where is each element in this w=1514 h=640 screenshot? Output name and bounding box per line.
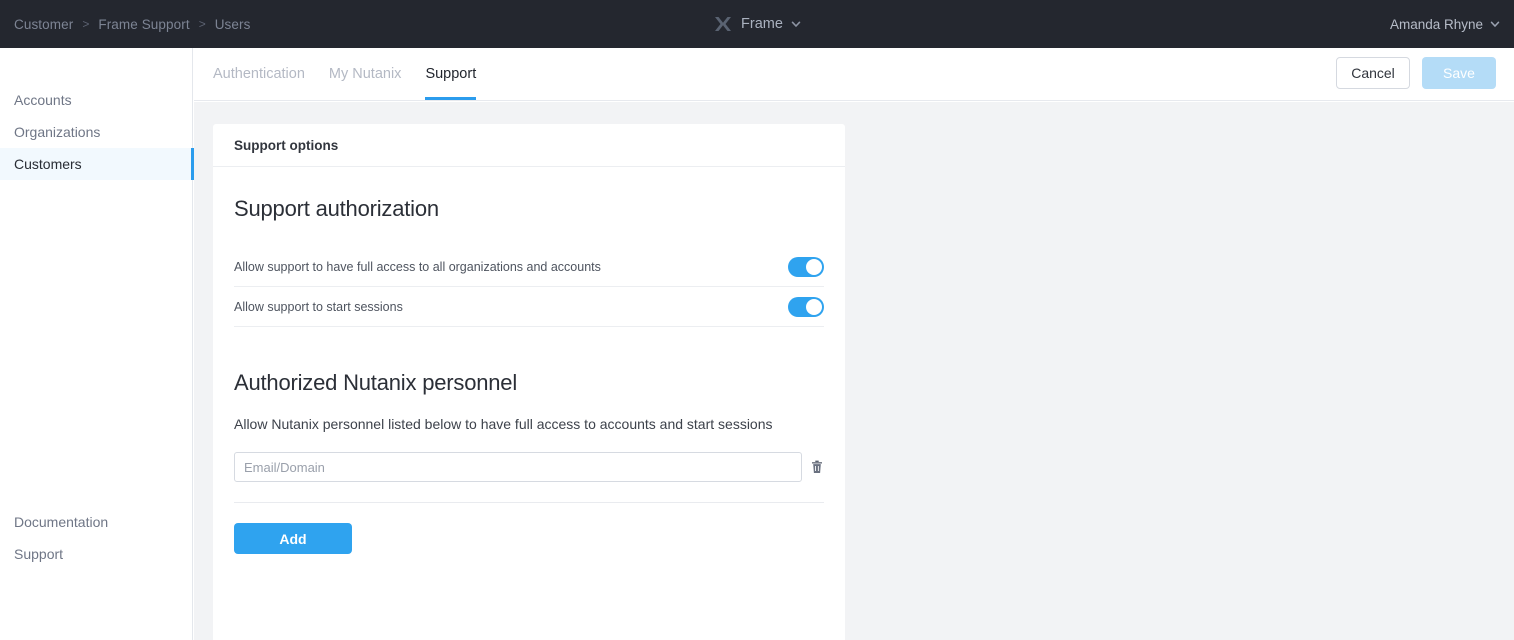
sidebar-item-label: Support bbox=[14, 546, 64, 562]
tab-authentication[interactable]: Authentication bbox=[213, 47, 305, 100]
chevron-down-icon bbox=[1490, 21, 1500, 28]
save-button[interactable]: Save bbox=[1422, 57, 1496, 89]
card-body: Support authorization Allow support to h… bbox=[213, 196, 845, 554]
toggle-label: Allow support to start sessions bbox=[234, 299, 403, 314]
sidebar-item-label: Documentation bbox=[14, 514, 109, 530]
sidebar-item-support[interactable]: Support bbox=[0, 538, 193, 570]
breadcrumb-separator: > bbox=[198, 17, 206, 31]
tab-label: Authentication bbox=[213, 65, 305, 82]
toggle-row-full-access: Allow support to have full access to all… bbox=[234, 247, 824, 287]
delete-entry-button[interactable] bbox=[810, 458, 824, 476]
trash-icon bbox=[812, 460, 823, 473]
sidebar-item-label: Customers bbox=[14, 156, 82, 172]
main-content: Support options Support authorization Al… bbox=[194, 102, 1514, 640]
email-domain-input[interactable] bbox=[234, 452, 803, 482]
tab-list: Authentication My Nutanix Support bbox=[213, 47, 476, 100]
sidebar-item-label: Organizations bbox=[14, 124, 101, 140]
authorized-personnel-description: Allow Nutanix personnel listed below to … bbox=[234, 416, 773, 432]
support-options-card: Support options Support authorization Al… bbox=[213, 124, 845, 640]
sidebar-item-label: Accounts bbox=[14, 92, 72, 108]
support-authorization-title: Support authorization bbox=[234, 196, 439, 221]
tab-bar: Authentication My Nutanix Support Cancel… bbox=[194, 48, 1514, 101]
toggle-full-access[interactable] bbox=[788, 256, 824, 277]
cancel-button[interactable]: Cancel bbox=[1336, 57, 1410, 89]
toggle-row-start-sessions: Allow support to start sessions bbox=[234, 287, 824, 327]
sidebar: Accounts Organizations Customers Documen… bbox=[0, 48, 194, 640]
sidebar-secondary-nav: Documentation Support bbox=[0, 506, 193, 570]
sidebar-item-accounts[interactable]: Accounts bbox=[0, 84, 193, 116]
tab-label: Support bbox=[425, 65, 477, 82]
breadcrumb-item-users[interactable]: Users bbox=[215, 17, 251, 32]
breadcrumb: Customer > Frame Support > Users bbox=[14, 0, 250, 48]
sidebar-item-documentation[interactable]: Documentation bbox=[0, 506, 193, 538]
toggle-knob bbox=[806, 298, 822, 315]
sidebar-primary-nav: Accounts Organizations Customers bbox=[0, 84, 194, 180]
tab-support[interactable]: Support bbox=[425, 47, 476, 100]
toggle-label: Allow support to have full access to all… bbox=[234, 259, 601, 274]
tab-label: My Nutanix bbox=[328, 65, 402, 82]
entry-divider bbox=[234, 502, 824, 503]
card-header: Support options bbox=[213, 124, 845, 167]
user-menu[interactable]: Amanda Rhyne bbox=[1390, 0, 1500, 48]
sidebar-item-organizations[interactable]: Organizations bbox=[0, 116, 193, 148]
form-actions: Cancel Save bbox=[1336, 57, 1496, 89]
tab-my-nutanix[interactable]: My Nutanix bbox=[329, 47, 402, 100]
personnel-entry-row bbox=[234, 452, 824, 482]
authorized-personnel-title: Authorized Nutanix personnel bbox=[234, 370, 518, 395]
sidebar-item-customers[interactable]: Customers bbox=[0, 148, 194, 180]
breadcrumb-item-frame-support[interactable]: Frame Support bbox=[98, 17, 189, 32]
breadcrumb-separator: > bbox=[82, 17, 90, 31]
toggle-knob bbox=[806, 258, 822, 275]
toggle-start-sessions[interactable] bbox=[788, 296, 824, 317]
frame-x-logo-icon bbox=[715, 17, 732, 31]
user-name: Amanda Rhyne bbox=[1389, 16, 1483, 32]
breadcrumb-item-customer[interactable]: Customer bbox=[14, 17, 73, 32]
add-button[interactable]: Add bbox=[234, 523, 352, 554]
brand-name[interactable]: Frame bbox=[741, 16, 783, 32]
chevron-down-icon[interactable] bbox=[791, 19, 801, 29]
top-bar: Customer > Frame Support > Users Frame A… bbox=[0, 0, 1514, 48]
